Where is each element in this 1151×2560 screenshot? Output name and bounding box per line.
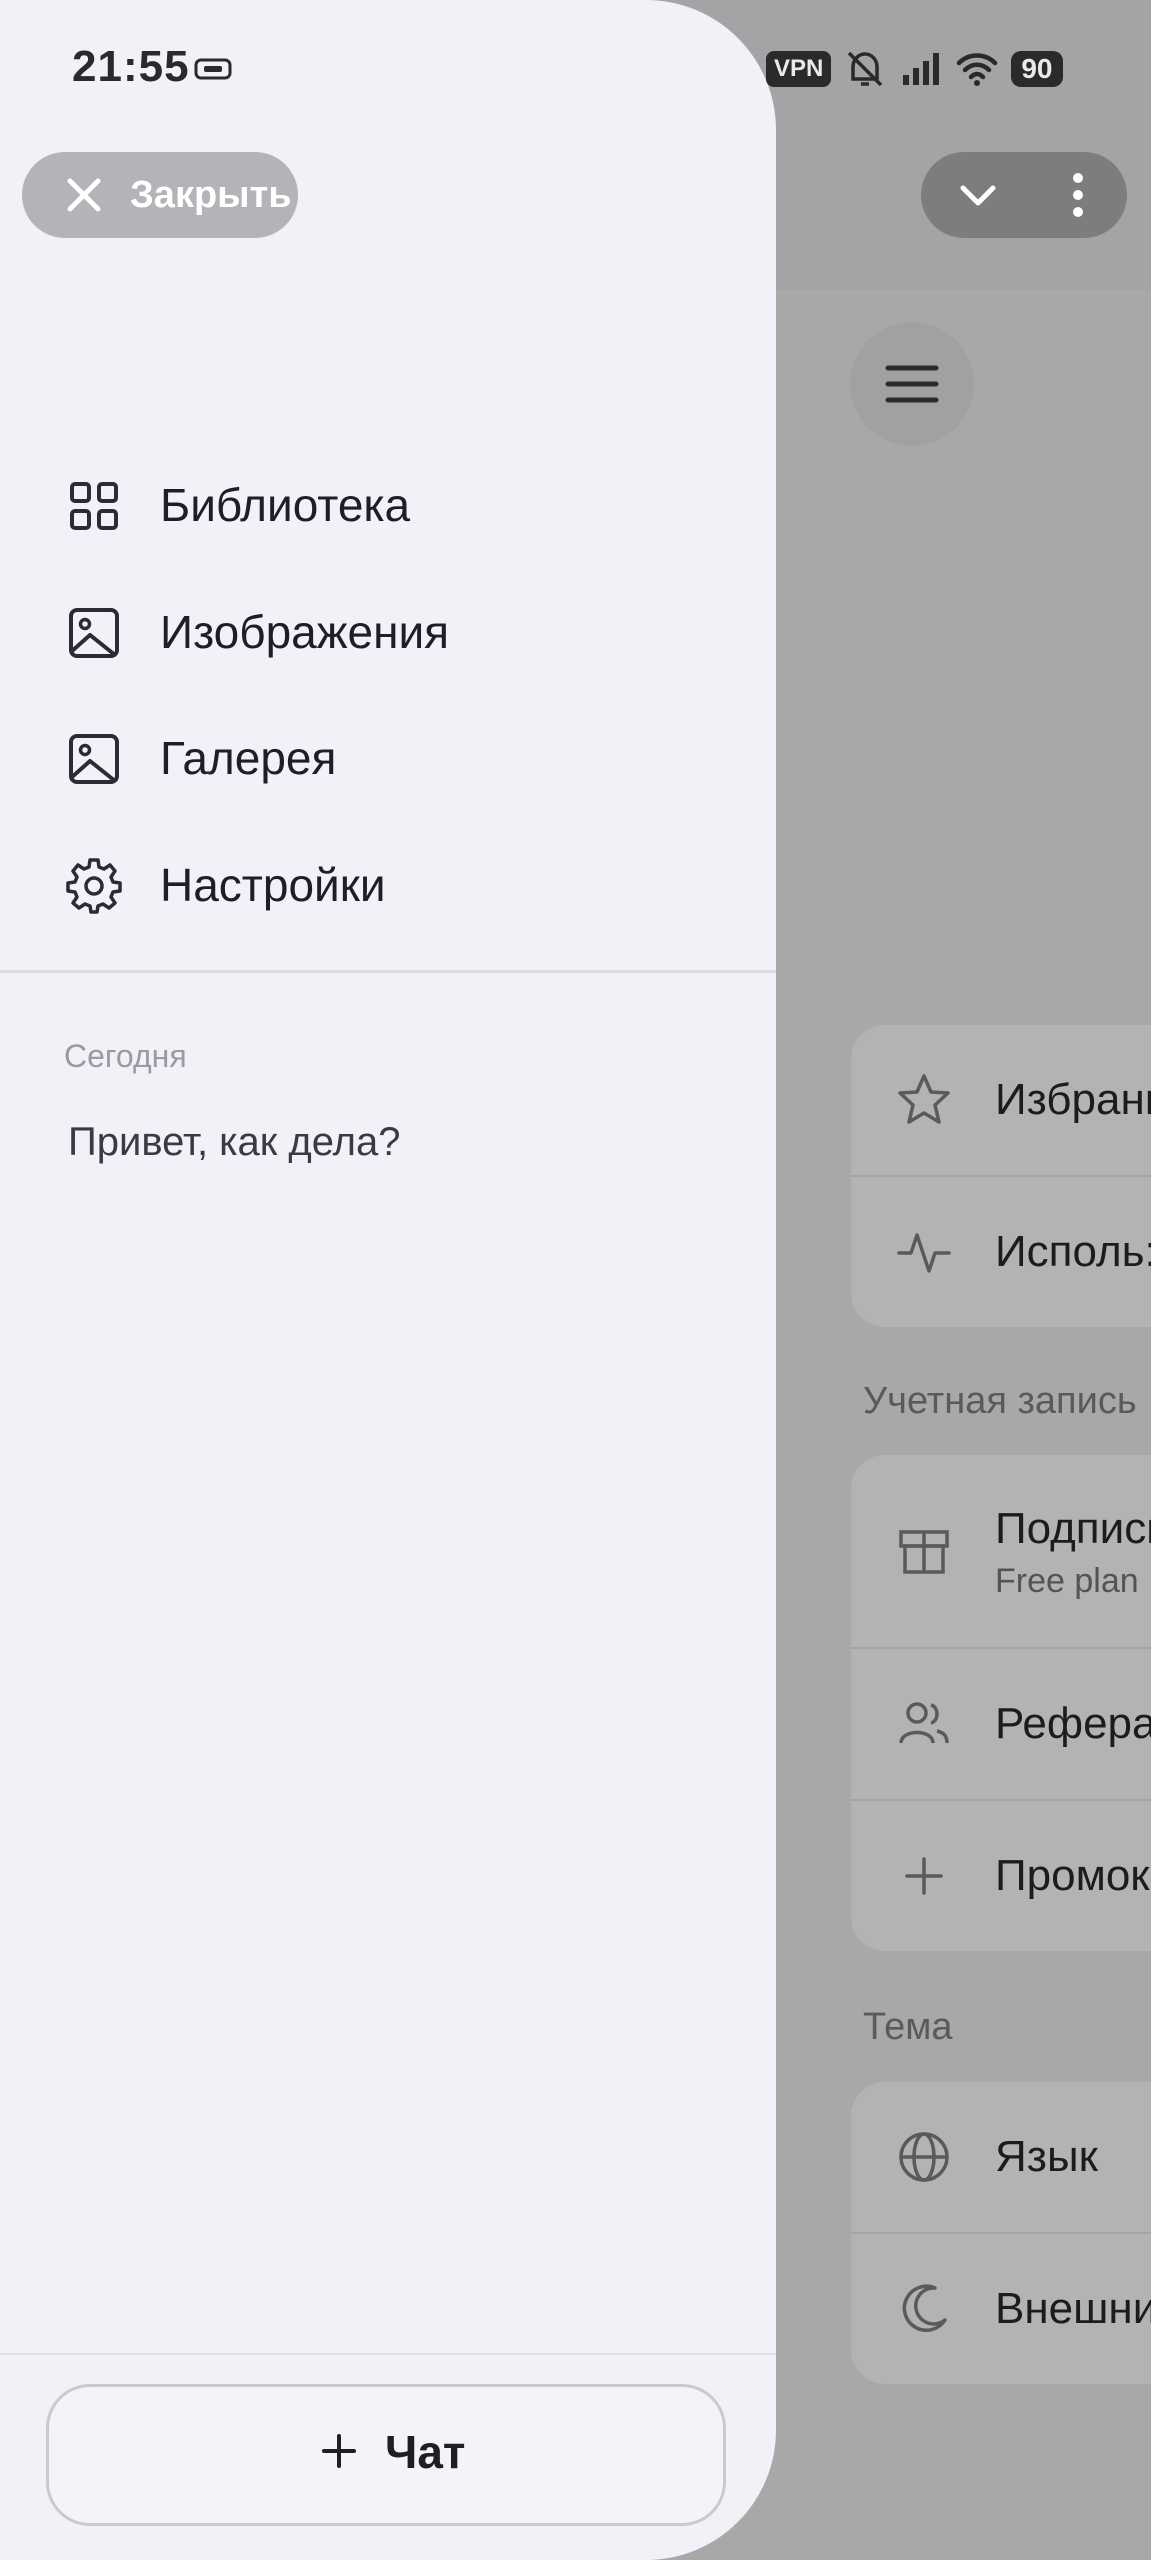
background-section-theme: Тема (863, 2006, 953, 2048)
background-card-account: Подписк Free plan Рефера. Промок (851, 1455, 1151, 1951)
image-icon (69, 734, 119, 784)
status-time: 21:55 (72, 42, 190, 91)
background-row: Промок (851, 1801, 1151, 1951)
background-card-favorites: Избранн Исполь: (851, 1025, 1151, 1327)
background-row-label: Избранн (995, 1075, 1151, 1124)
background-row: Исполь: (851, 1177, 1151, 1327)
chat-history-item[interactable]: Привет, как дела? (68, 1120, 401, 1165)
background-row-label: Подписк (995, 1504, 1151, 1553)
more-vertical-icon (1073, 173, 1083, 217)
signal-icon (903, 53, 940, 85)
history-section-label: Сегодня (64, 1038, 187, 1074)
activity-icon (897, 1233, 951, 1273)
plus-icon (322, 2434, 356, 2468)
gift-icon (899, 1530, 949, 1574)
star-icon (898, 1074, 950, 1124)
close-label: Закрыть (130, 174, 292, 216)
divider (0, 2353, 776, 2355)
new-chat-button[interactable]: Чат (46, 2384, 726, 2526)
background-menu-button (850, 322, 974, 446)
wifi-icon (957, 53, 998, 86)
hamburger-icon (885, 365, 939, 403)
background-actions-pill (921, 152, 1127, 238)
background-row: Язык (851, 2082, 1151, 2234)
new-chat-label: Чат (385, 2426, 466, 2478)
menu-item-label: Настройки (160, 859, 386, 911)
background-card-theme: Язык Внешни (851, 2082, 1151, 2384)
background-row: Избранн (851, 1025, 1151, 1177)
bell-off-icon (848, 51, 883, 87)
vpn-badge: VPN (766, 51, 832, 87)
background-row-label: Внешни (995, 2284, 1151, 2333)
link-indicator-icon (194, 58, 232, 80)
menu-item-gallery[interactable]: Галерея (0, 703, 776, 813)
background-row-label: Язык (995, 2132, 1098, 2181)
users-icon (899, 1702, 949, 1744)
menu-item-images[interactable]: Изображения (0, 577, 776, 687)
background-row-label: Промок (995, 1851, 1150, 1900)
divider (0, 970, 776, 973)
background-row-label: Рефера. (995, 1699, 1151, 1748)
globe-icon (899, 2132, 949, 2182)
background-row: Внешни (851, 2234, 1151, 2384)
background-row-label: Исполь: (995, 1227, 1151, 1276)
navigation-drawer: 21:55 Закрыть Библиотека Изображения Гал… (0, 0, 776, 2560)
status-bar-right: VPN 90 (766, 44, 1063, 94)
chevron-down-icon (960, 185, 996, 206)
menu-item-settings[interactable]: Настройки (0, 830, 776, 940)
menu-item-library[interactable]: Библиотека (0, 450, 776, 560)
grid-icon (70, 482, 118, 530)
menu-item-label: Галерея (160, 732, 337, 784)
background-row-sublabel: Free plan (995, 1562, 1139, 1600)
menu-item-label: Библиотека (160, 479, 411, 531)
background-section-account: Учетная запись (863, 1380, 1137, 1422)
menu-item-label: Изображения (160, 606, 450, 658)
image-icon (69, 608, 119, 658)
battery-indicator: 90 (1011, 51, 1063, 87)
moon-icon (902, 2284, 947, 2332)
close-drawer-button[interactable]: Закрыть (22, 152, 298, 238)
background-row: Подписк Free plan (851, 1455, 1151, 1649)
close-icon (67, 178, 101, 212)
plus-icon (905, 1857, 943, 1895)
gear-icon (66, 858, 122, 914)
background-row: Рефера. (851, 1649, 1151, 1801)
